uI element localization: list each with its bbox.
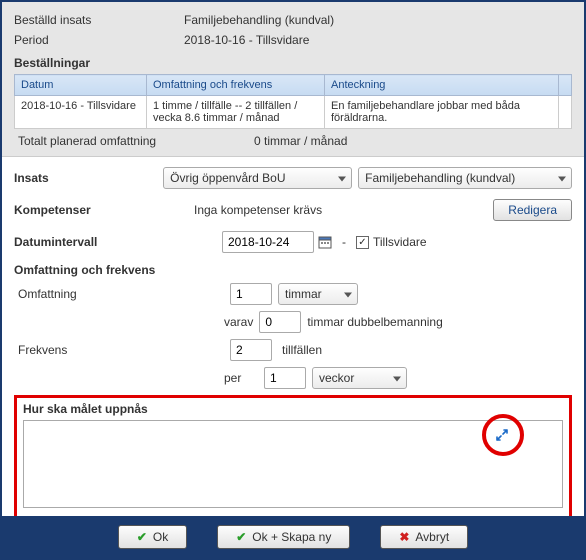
date-interval-label: Datumintervall [14, 235, 164, 249]
chevron-down-icon [558, 177, 566, 182]
orders-col-note[interactable]: Anteckning [325, 75, 559, 96]
varav-suffix: timmar dubbelbemanning [307, 315, 442, 329]
check-icon: ✓ [358, 237, 366, 248]
kompetenser-text: Inga kompetenser krävs [194, 203, 493, 217]
table-row[interactable]: 2018-10-16 - Tillsvidare 1 timme / tillf… [15, 96, 572, 129]
per-value-input[interactable] [264, 367, 306, 389]
goal-header: Hur ska målet uppnås [23, 402, 563, 416]
scope-frequency-header: Omfattning och frekvens [14, 263, 572, 277]
frekv-unit-label: tillfällen [282, 343, 322, 357]
check-icon: ✔ [236, 530, 246, 544]
scope-unit-value: timmar [285, 287, 322, 301]
goal-textarea[interactable] [23, 420, 563, 508]
goal-highlight-box: Hur ska målet uppnås [14, 395, 572, 522]
cancel-button-label: Avbryt [415, 530, 449, 544]
cell-extra [559, 96, 572, 129]
totals-value: 0 timmar / månad [254, 134, 347, 148]
ok-button[interactable]: ✔ Ok [118, 525, 187, 549]
orders-col-scope[interactable]: Omfattning och frekvens [147, 75, 325, 96]
cell-scope: 1 timme / tillfälle -- 2 tillfällen / ve… [147, 96, 325, 129]
cell-note: En familjebehandlare jobbar med båda för… [325, 96, 559, 129]
chevron-down-icon [338, 177, 346, 182]
scope-unit-select[interactable]: timmar [278, 283, 358, 305]
ordered-service-label: Beställd insats [14, 13, 184, 27]
ordered-service-value: Familjebehandling (kundval) [184, 13, 572, 27]
insats-label: Insats [14, 171, 163, 185]
ok-create-new-button[interactable]: ✔ Ok + Skapa ny [217, 525, 350, 549]
scope-label: Omfattning [14, 287, 164, 301]
varav-label: varav [224, 315, 253, 329]
edit-button[interactable]: Redigera [493, 199, 572, 221]
tillsvidare-label: Tillsvidare [373, 235, 427, 249]
insats-category-value: Övrig öppenvård BoU [170, 171, 285, 185]
insats-type-value: Familjebehandling (kundval) [365, 171, 515, 185]
cancel-button[interactable]: ✖ Avbryt [380, 525, 468, 549]
expand-icon[interactable] [495, 428, 509, 445]
kompetenser-label: Kompetenser [14, 203, 164, 217]
orders-col-date[interactable]: Datum [15, 75, 147, 96]
chevron-down-icon [344, 293, 352, 298]
period-value: 2018-10-16 - Tillsvidare [184, 33, 572, 47]
date-from-input[interactable] [222, 231, 314, 253]
varav-input[interactable] [259, 311, 301, 333]
bottom-toolbar: ✔ Ok ✔ Ok + Skapa ny ✖ Avbryt [2, 516, 584, 558]
frekv-label: Frekvens [14, 343, 164, 357]
ok-button-label: Ok [153, 530, 168, 544]
date-separator: - [342, 235, 346, 249]
orders-table: Datum Omfattning och frekvens Anteckning… [14, 74, 572, 129]
totals-label: Totalt planerad omfattning [18, 134, 254, 148]
per-unit-value: veckor [319, 371, 354, 385]
insats-category-select[interactable]: Övrig öppenvård BoU [163, 167, 352, 189]
chevron-down-icon [393, 377, 401, 382]
calendar-icon[interactable] [318, 235, 332, 249]
ok-create-new-label: Ok + Skapa ny [252, 530, 331, 544]
orders-header: Beställningar [14, 54, 572, 72]
per-label: per [224, 371, 258, 385]
orders-col-extra [559, 75, 572, 96]
check-icon: ✔ [137, 530, 147, 544]
insats-type-select[interactable]: Familjebehandling (kundval) [358, 167, 572, 189]
period-label: Period [14, 33, 184, 47]
close-icon: ✖ [399, 530, 409, 544]
cell-date: 2018-10-16 - Tillsvidare [15, 96, 147, 129]
edit-button-label: Redigera [508, 203, 557, 217]
scope-value-input[interactable] [230, 283, 272, 305]
tillsvidare-checkbox[interactable]: ✓ Tillsvidare [356, 235, 427, 249]
frekv-value-input[interactable] [230, 339, 272, 361]
per-unit-select[interactable]: veckor [312, 367, 407, 389]
